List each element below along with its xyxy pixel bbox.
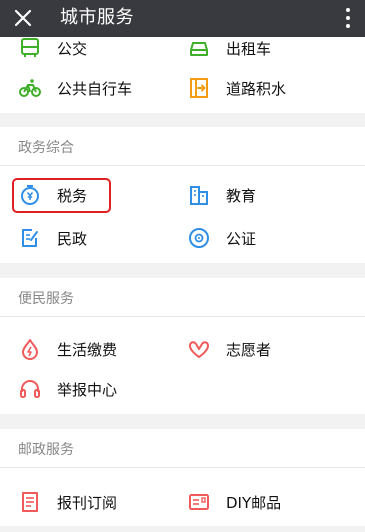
service-label: 公证: [226, 229, 257, 248]
service-taxi[interactable]: 出租车: [187, 33, 271, 63]
service-label: 税务: [57, 186, 88, 205]
service-label: 出租车: [226, 39, 272, 58]
service-civil-affairs[interactable]: 民政: [18, 223, 87, 253]
government-section: 税务 教育 民政 公证: [0, 166, 365, 263]
close-icon[interactable]: [11, 6, 35, 30]
postal-section: 报刊订阅 DIY邮品: [0, 468, 365, 526]
section-divider: [0, 113, 365, 127]
newspaper-icon: [22, 492, 38, 512]
service-public-bicycle[interactable]: 公共自行车: [18, 73, 132, 103]
service-bus[interactable]: 公交: [18, 33, 87, 63]
service-label: DIY邮品: [226, 493, 282, 512]
service-label: 报刊订阅: [57, 493, 118, 512]
section-divider: [0, 414, 365, 429]
service-diy-postal[interactable]: DIY邮品: [187, 487, 281, 517]
page-title: 城市服务: [60, 7, 134, 28]
section-header-government: 政务综合: [0, 127, 365, 166]
service-label: 教育: [226, 186, 257, 205]
service-tax[interactable]: 税务: [18, 180, 87, 210]
section-divider: [0, 263, 365, 278]
tax-coin-icon: [21, 185, 39, 205]
section-title: 邮政服务: [18, 442, 74, 458]
service-road-water[interactable]: 道路积水: [187, 73, 286, 103]
service-label: 公共自行车: [57, 79, 133, 98]
service-utility-payment[interactable]: 生活缴费: [18, 334, 117, 364]
road-water-icon: [190, 78, 208, 98]
heart-hands-icon: [189, 341, 209, 358]
convenience-section: 生活缴费 志愿者 举报中心: [0, 317, 365, 414]
section-title: 便民服务: [18, 291, 74, 307]
bicycle-icon: [19, 79, 41, 97]
more-options-icon[interactable]: [343, 6, 353, 30]
service-label: 志愿者: [226, 340, 272, 359]
section-header-postal: 邮政服务: [0, 429, 365, 468]
service-newspaper-subscription[interactable]: 报刊订阅: [18, 487, 117, 517]
service-volunteer[interactable]: 志愿者: [187, 334, 271, 364]
headset-icon: [20, 380, 40, 398]
service-education[interactable]: 教育: [187, 180, 256, 210]
flame-drop-icon: [22, 339, 38, 360]
document-edit-icon: [22, 229, 38, 247]
service-label: 道路积水: [226, 79, 287, 98]
service-notary[interactable]: 公证: [187, 223, 256, 253]
service-label: 举报中心: [57, 380, 118, 399]
school-building-icon: [190, 186, 208, 205]
title-bar: 城市服务: [0, 0, 365, 37]
section-title: 政务综合: [18, 140, 74, 156]
taxi-icon: [190, 42, 208, 56]
transport-section: 公交 出租车 公共自行车 道路积水: [0, 37, 365, 113]
seal-icon: [189, 228, 209, 248]
service-label: 民政: [57, 229, 88, 248]
section-header-convenience: 便民服务: [0, 278, 365, 317]
service-label: 生活缴费: [57, 340, 118, 359]
postcard-icon: [189, 494, 209, 510]
bus-icon: [21, 38, 39, 57]
service-report-center[interactable]: 举报中心: [18, 374, 117, 404]
service-label: 公交: [57, 39, 88, 58]
